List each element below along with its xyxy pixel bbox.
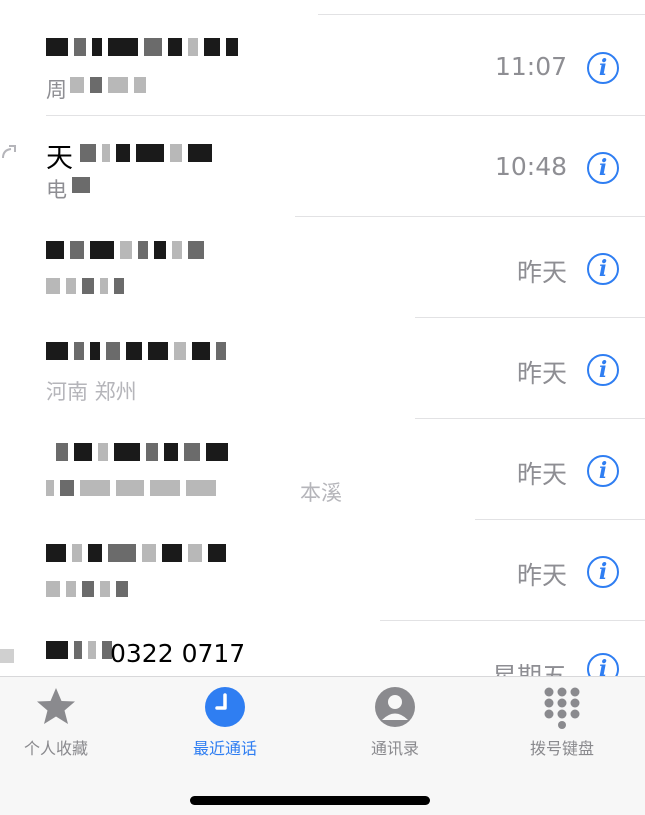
call-subtitle: 本溪 (300, 481, 342, 505)
call-row[interactable]: 昨天 i (0, 217, 645, 317)
contact-name-redacted (80, 142, 212, 164)
keypad-icon (544, 687, 580, 729)
call-row[interactable]: 天 电 10:48 i (0, 116, 645, 216)
contact-name-redacted (46, 340, 226, 362)
clock-icon (205, 687, 245, 727)
tab-recents[interactable]: 最近通话 (155, 685, 295, 759)
row-separator (318, 14, 645, 15)
info-icon[interactable]: i (587, 556, 619, 588)
subtitle-redacted (70, 74, 146, 96)
home-indicator[interactable] (190, 796, 430, 805)
info-icon[interactable]: i (587, 52, 619, 84)
tab-label: 最近通话 (192, 739, 257, 758)
tab-contacts[interactable]: 通讯录 (325, 685, 465, 759)
call-time: 昨天 (516, 460, 567, 489)
tab-label: 拨号键盘 (529, 739, 594, 758)
call-time: 11:07 (494, 52, 567, 81)
tab-label: 通讯录 (370, 739, 419, 758)
info-icon[interactable]: i (587, 152, 619, 184)
call-time: 昨天 (516, 561, 567, 590)
call-time: 昨天 (516, 359, 567, 388)
contact-name-redacted (46, 239, 204, 261)
person-circle-icon (375, 687, 415, 727)
call-row[interactable]: 0322 0717 星期五 i (0, 621, 645, 676)
call-time: 昨天 (516, 258, 567, 287)
contact-name-redacted (46, 36, 238, 58)
subtitle-redacted (72, 174, 90, 196)
subtitle-redacted (46, 578, 128, 600)
contact-name: 天 (46, 143, 73, 174)
contact-name: 0322 0717 (110, 639, 246, 668)
call-row[interactable]: 周 11:07 i (0, 16, 645, 116)
tab-label: 个人收藏 (23, 739, 88, 758)
info-icon[interactable]: i (587, 253, 619, 285)
subtitle-redacted (46, 275, 124, 297)
call-row[interactable]: 本溪 昨天 i (0, 419, 645, 519)
tab-keypad[interactable]: 拨号键盘 (492, 685, 632, 759)
tab-favorites[interactable]: 个人收藏 (0, 685, 126, 759)
tab-bar: 个人收藏 最近通话 通讯录 拨号键盘 (0, 676, 645, 815)
contact-name-redacted (46, 639, 112, 661)
star-icon (37, 688, 75, 724)
call-time: 10:48 (494, 152, 567, 181)
contact-name-redacted (56, 441, 228, 463)
call-subtitle: 电 (46, 178, 67, 202)
info-icon[interactable]: i (587, 653, 619, 676)
info-icon[interactable]: i (587, 354, 619, 386)
call-row[interactable]: 河南 郑州 昨天 i (0, 318, 645, 418)
subtitle-redacted (46, 477, 216, 499)
call-subtitle: 周 (46, 78, 67, 102)
call-row[interactable]: 昨天 i (0, 520, 645, 620)
contact-name-redacted (46, 542, 226, 564)
call-subtitle: 河南 郑州 (46, 380, 137, 404)
info-icon[interactable]: i (587, 455, 619, 487)
recents-list: 周 11:07 i 天 电 10:48 i 昨天 i 河南 郑州 昨天 i 本溪… (0, 0, 645, 676)
outgoing-call-icon (2, 145, 16, 159)
call-type-mark (0, 649, 14, 663)
call-time: 星期五 (492, 657, 567, 676)
